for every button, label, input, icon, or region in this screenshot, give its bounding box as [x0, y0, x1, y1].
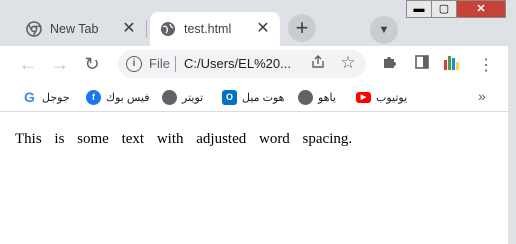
puzzle-icon [384, 57, 396, 68]
share-icon[interactable] [308, 54, 328, 74]
minimize-button[interactable]: ▬ [406, 0, 432, 18]
menu-button[interactable]: ⋮ [474, 52, 498, 76]
youtube-icon: ▶ [356, 91, 371, 103]
bookmarks-bar: G جوجل f فيس بوك تويتر O هوت ميل ياهو ▶ … [0, 82, 516, 112]
bookmark-label: يوتيوب [376, 91, 408, 104]
google-icon: G [22, 89, 37, 105]
globe-icon [298, 89, 313, 105]
bookmark-youtube[interactable]: ▶ يوتيوب [356, 88, 407, 106]
outlook-icon: O [222, 89, 237, 105]
bookmark-label: هوت ميل [242, 91, 285, 104]
url-text[interactable]: C:/Users/EL%20... [184, 56, 291, 71]
page-text: This is some text with adjusted word spa… [15, 131, 353, 147]
globe-icon [161, 22, 175, 36]
avatar-icon [444, 56, 459, 70]
profile-button[interactable] [440, 52, 464, 76]
window-edge [508, 0, 516, 244]
page-content: This is some text with adjusted word spa… [0, 113, 516, 244]
reload-button[interactable]: ↻ [80, 52, 104, 76]
title-bar: New Tab ✕ test.html ✕ + ▼ ▬ ▢ ✕ [0, 0, 516, 46]
tab-search-button[interactable]: ▼ [370, 16, 398, 44]
extensions-button[interactable] [378, 52, 402, 76]
address-bar[interactable]: i File C:/Users/EL%20... ☆ [118, 50, 366, 78]
close-icon[interactable]: ✕ [254, 20, 272, 38]
toolbar: ← → ↻ i File C:/Users/EL%20... ☆ ⋮ [0, 46, 516, 82]
side-panel-icon [415, 55, 429, 69]
bookmarks-overflow-button[interactable]: » [478, 88, 486, 104]
tab-divider [146, 20, 147, 38]
forward-arrow-icon: → [51, 54, 69, 74]
close-window-button[interactable]: ✕ [456, 0, 506, 18]
bookmark-label: فيس بوك [106, 91, 150, 104]
facebook-icon: f [86, 89, 101, 105]
tab-label: New Tab [50, 22, 99, 36]
bookmark-label: جوجل [42, 91, 70, 104]
bookmark-hotmail[interactable]: O هوت ميل [222, 88, 284, 106]
side-panel-button[interactable] [410, 52, 434, 76]
bookmark-yahoo[interactable]: ياهو [298, 88, 336, 106]
new-tab-button[interactable]: + [288, 14, 316, 42]
more-vert-icon: ⋮ [478, 57, 494, 74]
bookmark-facebook[interactable]: f فيس بوك [86, 88, 149, 106]
reload-icon: ↻ [84, 54, 100, 74]
tab-new-tab[interactable]: New Tab ✕ [16, 12, 146, 46]
chrome-icon [26, 21, 42, 37]
maximize-button[interactable]: ▢ [431, 0, 457, 18]
bookmark-google[interactable]: G جوجل [22, 88, 70, 106]
omnibox-divider [175, 56, 176, 72]
bookmark-star-icon[interactable]: ☆ [338, 53, 358, 73]
bookmark-twitter[interactable]: تويتر [162, 88, 203, 106]
close-icon[interactable]: ✕ [120, 20, 138, 38]
tab-test-html[interactable]: test.html ✕ [150, 12, 280, 46]
tab-label: test.html [184, 22, 232, 36]
bookmark-label: تويتر [182, 91, 204, 104]
back-button[interactable]: ← [16, 52, 40, 76]
chevron-down-icon: ▼ [378, 24, 390, 36]
info-icon[interactable]: i [126, 56, 142, 72]
bookmark-label: ياهو [318, 91, 336, 104]
globe-icon [162, 89, 177, 105]
forward-button[interactable]: → [48, 52, 72, 76]
window-controls: ▬ ▢ ✕ [406, 0, 508, 20]
scheme-label: File [149, 56, 170, 71]
back-arrow-icon: ← [19, 54, 37, 74]
